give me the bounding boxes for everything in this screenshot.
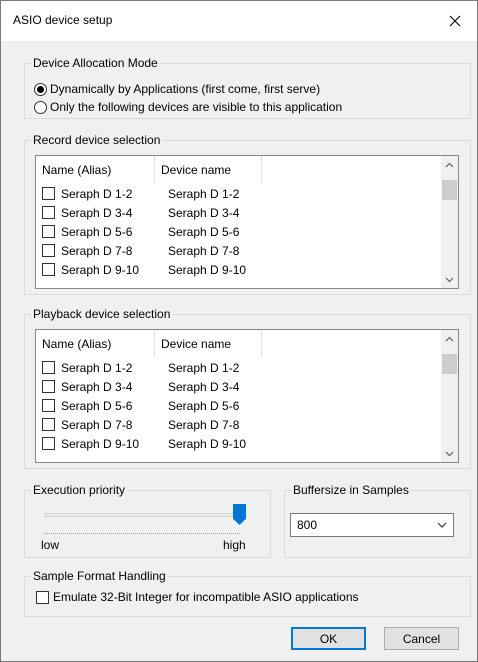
record-alias: Seraph D 5-6 xyxy=(61,224,133,239)
radio-dynamic[interactable]: Dynamically by Applications (first come,… xyxy=(34,82,320,96)
priority-low-label: low xyxy=(41,538,60,552)
record-list-header: Name (Alias) Device name xyxy=(36,156,262,184)
playback-device-name: Seraph D 3-4 xyxy=(168,379,240,394)
radio-dynamic-button[interactable] xyxy=(34,82,47,96)
chevron-down-icon xyxy=(445,277,454,282)
emulate-32bit-option[interactable]: Emulate 32-Bit Integer for incompatible … xyxy=(36,590,359,604)
cancel-button[interactable]: Cancel xyxy=(384,627,459,650)
chevron-up-icon xyxy=(445,336,454,341)
playback-checkbox[interactable] xyxy=(42,380,55,393)
list-item[interactable]: Seraph D 5-6 Seraph D 5-6 xyxy=(36,222,246,241)
record-alias: Seraph D 9-10 xyxy=(61,262,140,277)
record-checkbox[interactable] xyxy=(42,263,55,276)
emulate-32bit-checkbox[interactable] xyxy=(36,590,49,604)
record-checkbox[interactable] xyxy=(42,206,55,219)
record-checkbox[interactable] xyxy=(42,225,55,238)
radio-only-following-button[interactable] xyxy=(34,100,47,114)
playback-col-device[interactable]: Device name xyxy=(155,330,262,358)
playback-list-header: Name (Alias) Device name xyxy=(36,330,262,358)
playback-alias: Seraph D 5-6 xyxy=(61,398,133,413)
priority-slider-ticks xyxy=(44,530,240,534)
playback-alias: Seraph D 7-8 xyxy=(61,417,133,432)
allocation-legend: Device Allocation Mode xyxy=(33,56,158,70)
record-alias: Seraph D 1-2 xyxy=(61,186,133,201)
record-alias: Seraph D 7-8 xyxy=(61,243,133,258)
playback-checkbox[interactable] xyxy=(42,418,55,431)
list-item[interactable]: Seraph D 9-10 Seraph D 9-10 xyxy=(36,434,246,453)
playback-legend: Playback device selection xyxy=(33,307,171,321)
radio-dynamic-label: Dynamically by Applications (first come,… xyxy=(50,82,321,96)
record-scroll-up[interactable] xyxy=(441,156,458,173)
buffersize-value: 800 xyxy=(297,518,318,532)
playback-alias: Seraph D 1-2 xyxy=(61,360,133,375)
chevron-down-icon xyxy=(445,451,454,456)
playback-device-name: Seraph D 9-10 xyxy=(168,436,247,451)
list-item[interactable]: Seraph D 1-2 Seraph D 1-2 xyxy=(36,184,246,203)
chevron-down-icon xyxy=(437,522,447,528)
list-item[interactable]: Seraph D 5-6 Seraph D 5-6 xyxy=(36,396,246,415)
priority-legend: Execution priority xyxy=(33,483,126,497)
chevron-up-icon xyxy=(445,162,454,167)
record-device-name: Seraph D 5-6 xyxy=(168,224,240,239)
list-item[interactable]: Seraph D 7-8 Seraph D 7-8 xyxy=(36,415,246,434)
window-title: ASIO device setup xyxy=(13,13,113,27)
close-icon xyxy=(449,15,461,27)
priority-high-label: high xyxy=(223,538,246,552)
record-checkbox[interactable] xyxy=(42,244,55,257)
playback-scroll-down[interactable] xyxy=(441,445,458,462)
playback-alias: Seraph D 3-4 xyxy=(61,379,133,394)
record-scrollbar[interactable] xyxy=(441,156,458,288)
asio-setup-dialog: ASIO device setup Device Allocation Mode… xyxy=(0,0,478,662)
playback-scroll-thumb[interactable] xyxy=(442,354,457,374)
record-checkbox[interactable] xyxy=(42,187,55,200)
format-legend: Sample Format Handling xyxy=(33,569,166,583)
playback-alias: Seraph D 9-10 xyxy=(61,436,140,451)
record-device-name: Seraph D 3-4 xyxy=(168,205,240,220)
record-scroll-thumb[interactable] xyxy=(442,180,457,200)
record-device-name: Seraph D 1-2 xyxy=(168,186,240,201)
list-item[interactable]: Seraph D 7-8 Seraph D 7-8 xyxy=(36,241,246,260)
list-item[interactable]: Seraph D 1-2 Seraph D 1-2 xyxy=(36,358,246,377)
ok-button[interactable]: OK xyxy=(291,627,366,650)
close-button[interactable] xyxy=(433,1,477,41)
playback-device-list[interactable]: Name (Alias) Device name Seraph D 1-2 Se… xyxy=(35,329,459,463)
playback-scrollbar[interactable] xyxy=(441,330,458,462)
playback-col-alias[interactable]: Name (Alias) xyxy=(36,330,155,358)
playback-checkbox[interactable] xyxy=(42,399,55,412)
priority-slider-track[interactable] xyxy=(44,513,244,517)
title-bar: ASIO device setup xyxy=(1,1,477,41)
list-item[interactable]: Seraph D 3-4 Seraph D 3-4 xyxy=(36,377,246,396)
radio-only-following[interactable]: Only the following devices are visible t… xyxy=(34,100,342,114)
record-device-list[interactable]: Name (Alias) Device name Seraph D 1-2 Se… xyxy=(35,155,459,289)
record-scroll-down[interactable] xyxy=(441,271,458,288)
playback-device-name: Seraph D 7-8 xyxy=(168,417,240,432)
emulate-32bit-label: Emulate 32-Bit Integer for incompatible … xyxy=(53,590,359,604)
list-item[interactable]: Seraph D 3-4 Seraph D 3-4 xyxy=(36,203,246,222)
radio-only-following-label: Only the following devices are visible t… xyxy=(50,100,343,114)
playback-scroll-up[interactable] xyxy=(441,330,458,347)
playback-device-name: Seraph D 1-2 xyxy=(168,360,240,375)
buffersize-legend: Buffersize in Samples xyxy=(293,483,409,497)
record-device-name: Seraph D 7-8 xyxy=(168,243,240,258)
playback-checkbox[interactable] xyxy=(42,437,55,450)
record-legend: Record device selection xyxy=(33,133,161,147)
record-col-device[interactable]: Device name xyxy=(155,156,262,184)
record-device-name: Seraph D 9-10 xyxy=(168,262,247,277)
list-item[interactable]: Seraph D 9-10 Seraph D 9-10 xyxy=(36,260,246,279)
record-alias: Seraph D 3-4 xyxy=(61,205,133,220)
playback-device-name: Seraph D 5-6 xyxy=(168,398,240,413)
buffersize-select[interactable]: 800 xyxy=(290,513,454,537)
playback-checkbox[interactable] xyxy=(42,361,55,374)
record-col-alias[interactable]: Name (Alias) xyxy=(36,156,155,184)
